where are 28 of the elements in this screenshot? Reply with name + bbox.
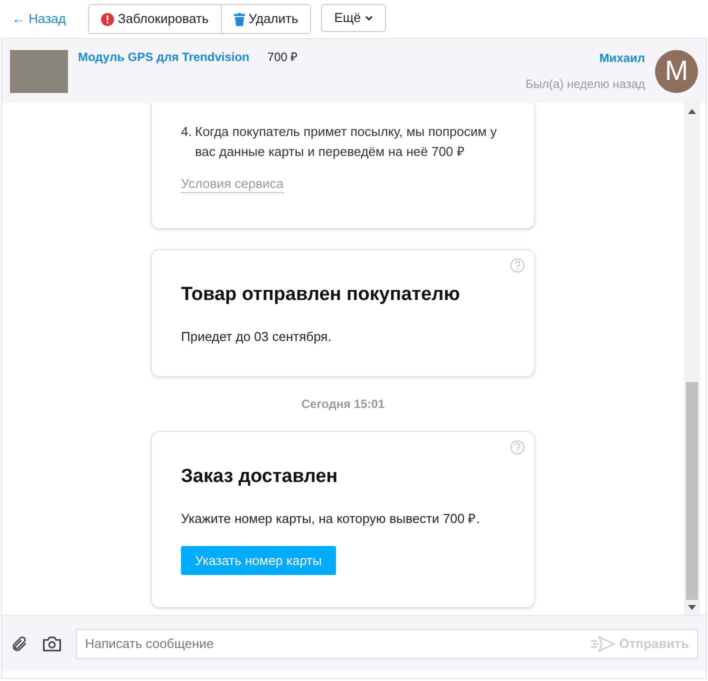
back-link[interactable]: ← Назад: [12, 9, 66, 29]
scrollbar-thumb[interactable]: [686, 382, 698, 600]
card-title: Заказ доставлен: [181, 465, 339, 489]
paperclip-icon[interactable]: [10, 634, 28, 652]
card-number-button[interactable]: Указать номер карты: [181, 546, 336, 575]
terms-link[interactable]: Условия сервиса: [181, 176, 284, 193]
send-icon: [591, 636, 616, 652]
delete-button[interactable]: Удалить: [220, 5, 310, 33]
scroll-up-icon[interactable]: [688, 109, 696, 114]
scrollbar[interactable]: [684, 103, 700, 615]
user-name-link[interactable]: Михаил: [599, 49, 645, 67]
card-text: Укажите номер карты, на которую вывести 700 ₽.: [181, 510, 481, 528]
alert-icon: [100, 12, 114, 26]
step-number: 4.: [181, 123, 193, 141]
scroll-down-icon[interactable]: [688, 605, 696, 610]
trash-icon: [234, 12, 245, 26]
last-seen-text: Был(а) неделю назад: [526, 76, 645, 93]
card-text: Приедет до 03 сентября.: [181, 328, 332, 346]
product-link[interactable]: Модуль GPS для Trendvision: [78, 48, 250, 66]
card-title: Товар отправлен покупателю: [181, 283, 461, 307]
more-button[interactable]: Ещё: [321, 4, 386, 32]
camera-icon[interactable]: [42, 634, 62, 652]
caret-icon: [364, 16, 373, 20]
product-photo: [10, 50, 68, 92]
date-separator: Сегодня 15:01: [301, 396, 385, 413]
user-avatar: M: [655, 50, 698, 92]
product-price: 700 ₽: [267, 49, 298, 66]
step-text: Когда покупатель примет посылку, мы попросим у вас данные карты и переведём на неё 700 ₽: [195, 123, 498, 161]
